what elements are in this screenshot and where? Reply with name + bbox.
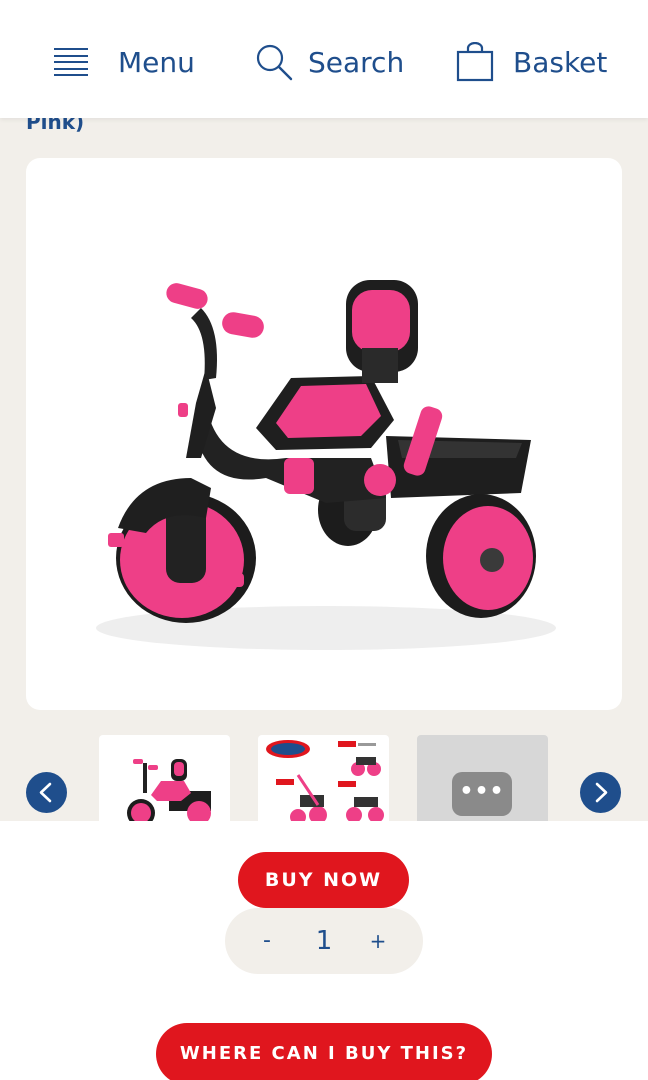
tricycle-thumbnail xyxy=(127,759,211,821)
quantity-value[interactable]: 1 xyxy=(309,908,339,974)
gallery-prev-button[interactable] xyxy=(26,772,67,813)
more-options-button[interactable]: ••• xyxy=(452,772,512,816)
thumbnail-strip: ••• xyxy=(0,735,648,821)
basket-button[interactable]: Basket xyxy=(456,38,607,86)
gallery-next-button[interactable] xyxy=(580,772,621,813)
quantity-increase-button[interactable]: + xyxy=(368,908,388,974)
quantity-stepper: - 1 + xyxy=(225,908,423,974)
search-icon xyxy=(256,44,293,81)
thumbnail-1[interactable] xyxy=(99,735,230,821)
quantity-decrease-button[interactable]: - xyxy=(257,908,277,974)
basket-label: Basket xyxy=(513,45,608,79)
search-label: Search xyxy=(308,45,405,79)
chevron-left-icon xyxy=(39,782,52,803)
where-to-buy-button[interactable]: WHERE CAN I BUY THIS? xyxy=(156,1023,492,1080)
menu-button[interactable]: Menu xyxy=(54,38,195,86)
stages-thumbnail xyxy=(266,740,384,821)
basket-icon xyxy=(456,42,494,82)
hamburger-icon xyxy=(54,48,88,76)
thumbnail-video[interactable]: ••• xyxy=(417,735,548,821)
tricycle-image xyxy=(96,280,556,650)
thumbnail-2[interactable] xyxy=(258,735,389,821)
search-button[interactable]: Search xyxy=(255,38,404,86)
menu-label: Menu xyxy=(118,45,195,79)
buy-now-button[interactable]: BUY NOW xyxy=(238,852,409,908)
purchase-panel: BUY NOW - 1 + WHERE CAN I BUY THIS? xyxy=(0,821,648,1080)
product-image-card[interactable] xyxy=(26,158,622,710)
site-header: Menu Search Basket xyxy=(0,0,648,118)
chevron-right-icon xyxy=(595,782,608,803)
